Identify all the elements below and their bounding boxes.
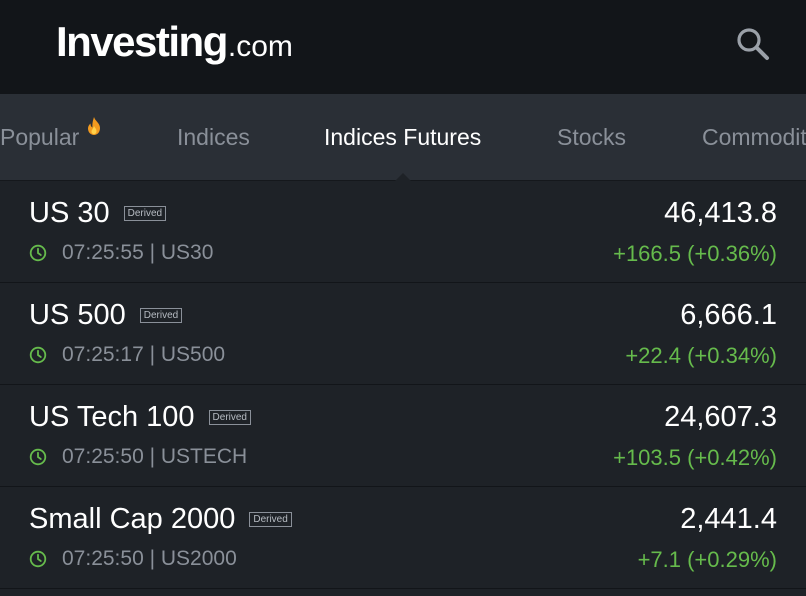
derived-badge: Derived — [123, 206, 167, 221]
instrument-name: US Tech 100 — [29, 401, 195, 433]
instrument-name: Small Cap 2000 — [29, 503, 236, 535]
search-button[interactable] — [733, 24, 773, 64]
tab-stocks[interactable]: Stocks — [557, 94, 626, 180]
list-item-us500[interactable]: US 500 Derived 07:25:17 | US500 6,666.1 … — [0, 283, 806, 385]
investing-logo[interactable]: Investing .com — [56, 18, 293, 66]
logo-suffix-text: .com — [227, 30, 293, 63]
instrument-name-row: Small Cap 2000 Derived — [29, 503, 292, 536]
instrument-time-row: 07:25:17 | US500 — [29, 343, 225, 367]
tab-popular-label: Popular — [0, 124, 80, 150]
price-change: +166.5 (+0.36%) — [613, 241, 777, 266]
search-icon — [737, 28, 769, 60]
tab-indices-label: Indices — [177, 124, 250, 150]
fire-icon — [88, 117, 100, 135]
last-price: 24,607.3 — [664, 401, 777, 433]
tab-stocks-label: Stocks — [557, 124, 627, 150]
instrument-time-row: 07:25:55 | US30 — [29, 241, 213, 265]
tab-commodities[interactable]: Commodit — [702, 94, 806, 180]
time-symbol: 07:25:50 | US2000 — [62, 547, 237, 570]
instrument-time-row: 07:25:50 | US2000 — [29, 547, 237, 571]
time-symbol: 07:25:17 | US500 — [62, 343, 226, 366]
tab-indices-futures[interactable]: Indices Futures — [324, 94, 481, 180]
instrument-name: US 500 — [29, 299, 126, 331]
tab-indices-futures-label: Indices Futures — [324, 124, 482, 150]
clock-icon — [29, 448, 47, 466]
app-header: Investing .com — [0, 0, 806, 94]
instrument-name: US 30 — [29, 197, 110, 229]
active-tab-indicator — [395, 173, 411, 181]
instrument-name-row: US 500 Derived — [29, 299, 183, 332]
list-item-smallcap2000[interactable]: Small Cap 2000 Derived 07:25:50 | US2000… — [0, 487, 806, 589]
instrument-time-row: 07:25:50 | USTECH — [29, 445, 247, 469]
clock-icon — [29, 346, 47, 364]
time-symbol: 07:25:55 | US30 — [62, 241, 214, 264]
instrument-name-row: US Tech 100 Derived — [29, 401, 251, 434]
price-change: +103.5 (+0.42%) — [613, 445, 777, 470]
last-price: 46,413.8 — [664, 197, 777, 229]
instrument-name-row: US 30 Derived — [29, 197, 167, 230]
derived-badge: Derived — [249, 512, 292, 527]
instrument-list: US 30 Derived 07:25:55 | US30 46,413.8 +… — [0, 181, 806, 589]
tab-popular[interactable]: Popular — [0, 94, 100, 180]
list-item-ustech100[interactable]: US Tech 100 Derived 07:25:50 | USTECH 24… — [0, 385, 806, 487]
time-symbol: 07:25:50 | USTECH — [62, 445, 248, 468]
price-change: +22.4 (+0.34%) — [625, 343, 777, 368]
price-change: +7.1 (+0.29%) — [637, 547, 777, 572]
last-price: 2,441.4 — [680, 503, 777, 535]
derived-badge: Derived — [208, 410, 251, 425]
list-item-us30[interactable]: US 30 Derived 07:25:55 | US30 46,413.8 +… — [0, 181, 806, 283]
last-price: 6,666.1 — [680, 299, 777, 331]
category-tabs: Popular Indices Indices Futures Stocks C… — [0, 94, 806, 181]
derived-badge: Derived — [139, 308, 183, 323]
tab-commodities-label: Commodit — [702, 124, 806, 150]
logo-main-text: Investing — [56, 18, 228, 65]
clock-icon — [29, 244, 47, 262]
clock-icon — [29, 550, 47, 568]
tab-indices[interactable]: Indices — [177, 94, 250, 180]
